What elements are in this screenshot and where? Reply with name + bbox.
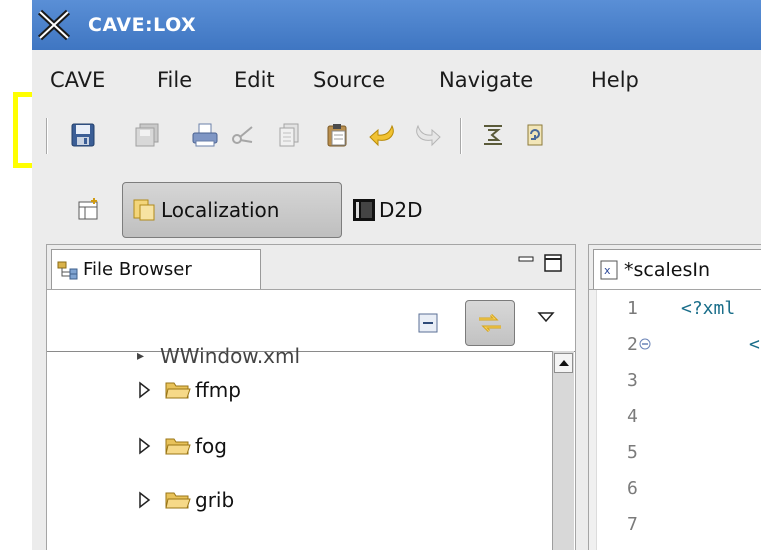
open-perspective-icon — [78, 198, 98, 220]
code-line: <?xml — [681, 298, 736, 319]
tree-item-label: ffmp — [195, 378, 241, 402]
cut-button[interactable] — [228, 120, 258, 150]
outline-icon — [484, 125, 502, 145]
undo-button[interactable] — [368, 120, 398, 150]
toolbar-separator — [46, 118, 48, 154]
xml-file-icon: x — [600, 260, 618, 279]
menu-help[interactable]: Help — [591, 68, 639, 92]
file-browser-view: File Browser ▸ WWindow.xml ffmp fog grib — [46, 244, 576, 550]
app-window: CAVE:LOX CAVE File Edit Source Navigate … — [32, 0, 761, 550]
expand-arrow-icon[interactable] — [137, 491, 151, 509]
menu-navigate[interactable]: Navigate — [439, 68, 533, 92]
toolbar-separator — [460, 118, 462, 154]
line-number: 1 — [627, 298, 638, 319]
scroll-up-button[interactable] — [554, 353, 573, 373]
tree-item-ffmp[interactable]: ffmp — [137, 368, 241, 412]
redo-icon — [416, 124, 441, 147]
tree-item-label: WWindow.xml — [160, 344, 301, 368]
editor-tab[interactable]: x *scalesIn — [593, 249, 761, 289]
line-number: 5 — [627, 442, 638, 463]
scroll-up-icon — [558, 360, 569, 366]
refresh-icon — [527, 124, 543, 146]
svg-text:x: x — [604, 264, 611, 277]
folder-icon — [165, 492, 191, 509]
refresh-button[interactable] — [520, 120, 550, 150]
perspective-d2d-label: D2D — [379, 198, 423, 222]
line-number: 3 — [627, 370, 638, 391]
file-browser-title: File Browser — [83, 259, 192, 280]
editor-area: x *scalesIn 1 2 3 4 5 6 7 <?xml < — [588, 244, 761, 550]
save-all-button[interactable] — [132, 120, 162, 150]
d2d-icon — [353, 199, 375, 221]
line-number: 6 — [627, 478, 638, 499]
undo-icon — [369, 124, 394, 147]
code-line: < — [749, 334, 760, 355]
editor-tab-title: *scalesIn — [624, 258, 711, 281]
file-browser-icon — [57, 261, 78, 279]
minimize-icon[interactable] — [517, 253, 535, 271]
fold-collapse-icon[interactable] — [639, 338, 651, 350]
print-icon — [192, 123, 218, 147]
view-menu-icon[interactable] — [537, 310, 555, 324]
localization-icon — [133, 199, 155, 221]
perspective-d2d-button[interactable]: D2D — [352, 182, 423, 238]
save-icon — [71, 123, 95, 147]
tree-item-fog[interactable]: fog — [137, 424, 227, 468]
cut-icon — [232, 126, 253, 144]
copy-icon — [279, 123, 299, 147]
outline-button[interactable] — [478, 120, 508, 150]
menu-file[interactable]: File — [157, 68, 192, 92]
save-button[interactable] — [68, 120, 98, 150]
editor-ruler — [589, 290, 597, 550]
folder-icon — [165, 438, 191, 455]
vertical-scrollbar[interactable] — [552, 351, 574, 550]
app-x-icon — [37, 9, 71, 41]
folder-icon — [165, 382, 191, 399]
expand-arrow-icon[interactable] — [137, 381, 151, 399]
expand-arrow-icon[interactable] — [137, 437, 151, 455]
expand-arrow-icon[interactable]: ▸ — [137, 348, 144, 364]
code-editor[interactable]: 1 2 3 4 5 6 7 <?xml < — [589, 289, 761, 550]
menu-source[interactable]: Source — [313, 68, 385, 92]
open-perspective-button[interactable] — [74, 194, 104, 224]
line-number: 7 — [627, 514, 638, 535]
file-browser-tab[interactable]: File Browser — [51, 249, 261, 289]
menu-edit[interactable]: Edit — [234, 68, 275, 92]
menu-cave[interactable]: CAVE — [50, 68, 105, 92]
paste-icon — [327, 124, 347, 147]
maximize-icon[interactable] — [543, 253, 563, 273]
link-with-editor-icon — [479, 313, 501, 333]
window-title: CAVE:LOX — [88, 14, 197, 36]
file-tree: ▸ WWindow.xml ffmp fog grib — [47, 344, 575, 550]
line-number: 4 — [627, 406, 638, 427]
perspective-bar: Localization D2D — [32, 168, 761, 244]
perspective-localization-button[interactable]: Localization — [122, 182, 342, 238]
file-browser-toolbar — [47, 289, 575, 351]
paste-button[interactable] — [322, 120, 352, 150]
title-bar: CAVE:LOX — [32, 0, 761, 50]
print-button[interactable] — [190, 120, 220, 150]
link-with-editor-button[interactable] — [465, 300, 515, 346]
tree-item-label: fog — [195, 434, 227, 458]
perspective-localization-label: Localization — [161, 198, 280, 222]
redo-button[interactable] — [412, 120, 442, 150]
save-all-icon — [135, 123, 159, 147]
main-toolbar — [32, 106, 761, 166]
menu-bar: CAVE File Edit Source Navigate Help — [32, 50, 761, 106]
tree-item-grib[interactable]: grib — [137, 478, 234, 522]
collapse-all-icon[interactable] — [417, 312, 439, 334]
copy-button[interactable] — [274, 120, 304, 150]
tree-item-label: grib — [195, 488, 235, 512]
